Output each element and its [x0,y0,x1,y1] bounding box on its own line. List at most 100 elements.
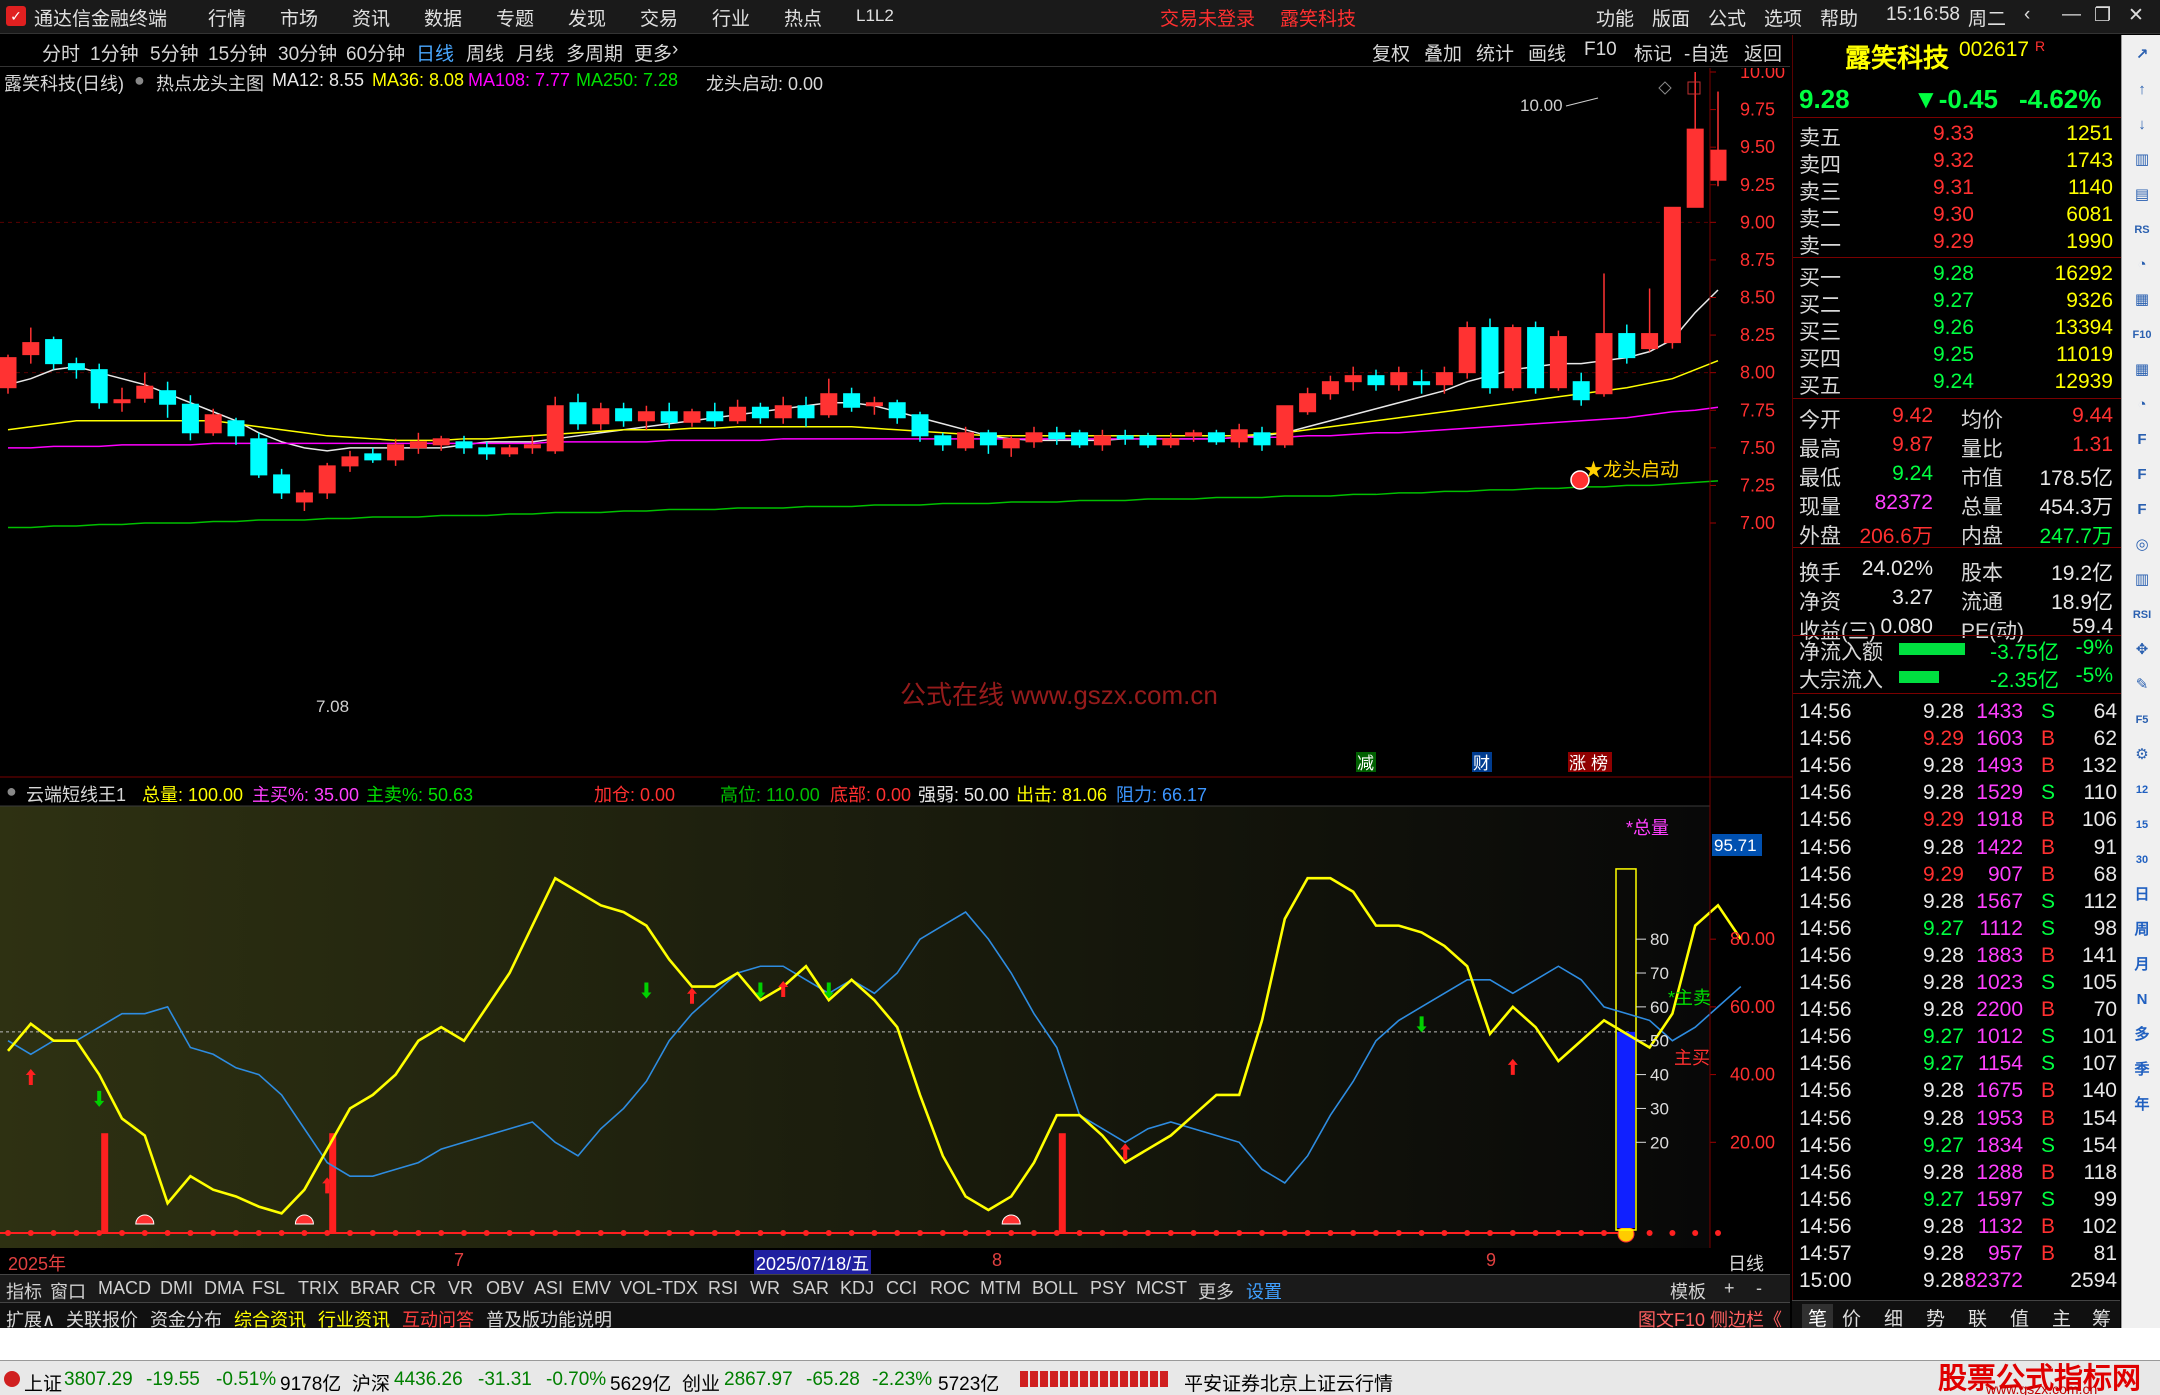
menu-item-discover[interactable]: 发现 [568,4,606,31]
menu-item-data[interactable]: 数据 [424,4,462,31]
indicator-subchart[interactable]: 80 70 60 50 40 30 20 80.00 60.00 40.00 20.00 *总量 *… [0,778,1792,1248]
sidebar-tool-icon[interactable]: ↗ [2129,43,2155,67]
sidebar-tool-icon[interactable]: ◔ [2129,393,2155,417]
menu-item-help[interactable]: 帮助 [1820,4,1858,31]
tool-statistics[interactable]: 统计 [1476,39,1514,66]
idx-tab-fsl[interactable]: FSL [252,1278,285,1299]
idx-tab-brar[interactable]: BRAR [350,1278,400,1299]
sidebar-tool-icon[interactable]: 15 [2129,813,2155,837]
period-tab-timeshare[interactable]: 分时 [42,39,80,66]
sidebar-tool-icon[interactable]: 月 [2129,953,2155,977]
idx-tab-boll[interactable]: BOLL [1032,1278,1078,1299]
sidebar-tool-icon[interactable]: F5 [2129,708,2155,732]
sidebar-tool-icon[interactable]: N [2129,988,2155,1012]
tool-restore-rights[interactable]: 复权 [1372,39,1410,66]
main-candlestick-chart[interactable]: 10.00 9.75 9.50 9.25 9.00 8.75 8.50 8.25 8.00 7.7… [0,68,1792,778]
sidebar-tool-icon[interactable]: ↑ [2129,78,2155,102]
period-tab-60min[interactable]: 60分钟 [346,39,405,66]
rtab-price[interactable]: 价 [1842,1304,1861,1331]
period-tab-daily[interactable]: 日线 [416,39,454,66]
menu-item-quotes[interactable]: 行情 [208,4,246,31]
menu-item-industry[interactable]: 行业 [712,4,750,31]
idx-tab-macd[interactable]: MACD [98,1278,151,1299]
broker-server[interactable]: 平安证券北京上证云行情 [1184,1369,1393,1395]
period-tab-more[interactable]: 更多 [634,39,672,66]
indicator-name[interactable]: 云端短线王1 [26,781,126,807]
cy-index-name[interactable]: 创业 [682,1369,720,1395]
sidebar-tool-icon[interactable]: 年 [2129,1093,2155,1117]
tool-remove-watchlist[interactable]: -自选 [1684,39,1728,66]
idx-tab-wr[interactable]: WR [750,1278,780,1299]
rtab-chips[interactable]: 筹 [2092,1304,2111,1331]
back-icon[interactable]: ‹ [2024,4,2030,26]
chart-template-name[interactable]: 热点龙头主图 [156,70,264,96]
sidebar-tool-icon[interactable]: ◎ [2129,533,2155,557]
sidebar-tool-icon[interactable]: F10 [2129,323,2155,347]
idx-tab-window[interactable]: 窗口 [50,1278,86,1304]
idx-tab-mcst[interactable]: MCST [1136,1278,1187,1299]
sidebar-tool-icon[interactable]: ▦ [2129,288,2155,312]
idx-tab-emv[interactable]: EMV [572,1278,611,1299]
rtab-trades[interactable]: 笔 [1802,1304,1834,1331]
period-tab-monthly[interactable]: 月线 [516,39,554,66]
period-tab-1min[interactable]: 1分钟 [90,39,139,66]
menu-item-trade[interactable]: 交易 [640,4,678,31]
rtab-link[interactable]: 联 [1968,1304,1987,1331]
idx-tab-cci[interactable]: CCI [886,1278,917,1299]
period-tab-30min[interactable]: 30分钟 [278,39,337,66]
sidebar-tool-icon[interactable]: ◔ [2129,253,2155,277]
sidebar-tool-icon[interactable]: ✎ [2129,673,2155,697]
sidebar-tool-icon[interactable]: F [2129,428,2155,452]
sidebar-tool-icon[interactable]: ▥ [2129,568,2155,592]
tool-overlay[interactable]: 叠加 [1424,39,1462,66]
idx-tab-dma[interactable]: DMA [204,1278,244,1299]
sidebar-tool-icon[interactable]: 12 [2129,778,2155,802]
template-button[interactable]: 模板 [1670,1278,1706,1304]
menu-item-market[interactable]: 市场 [280,4,318,31]
period-tab-weekly[interactable]: 周线 [466,39,504,66]
sidebar-tool-icon[interactable]: RSI [2129,603,2155,627]
idx-tab-vol-tdx[interactable]: VOL-TDX [620,1278,698,1299]
remove-window-button[interactable]: - [1756,1278,1762,1299]
idx-tab-rsi[interactable]: RSI [708,1278,738,1299]
trade-login-status[interactable]: 交易未登录 [1160,4,1255,31]
restore-icon[interactable]: ❐ [2094,4,2111,27]
sidebar-tool-icon[interactable]: F [2129,498,2155,522]
sidebar-tool-icon[interactable]: ▤ [2129,183,2155,207]
period-tab-5min[interactable]: 5分钟 [150,39,199,66]
rtab-main[interactable]: 主 [2052,1304,2071,1331]
sidebar-tool-icon[interactable]: 日 [2129,883,2155,907]
idx-tab-sar[interactable]: SAR [792,1278,829,1299]
sidebar-tool-icon[interactable]: ▥ [2129,148,2155,172]
sidebar-tool-icon[interactable]: 周 [2129,918,2155,942]
idx-tab-more[interactable]: 更多 [1198,1278,1234,1304]
idx-tab-settings[interactable]: 设置 [1246,1278,1282,1304]
sidebar-tool-icon[interactable]: 30 [2129,848,2155,872]
idx-tab-obv[interactable]: OBV [486,1278,524,1299]
menu-item-l1l2[interactable]: L1L2 [856,6,894,26]
rtab-detail[interactable]: 细 [1884,1304,1903,1331]
sidebar-tool-icon[interactable]: F [2129,463,2155,487]
idx-tab-vr[interactable]: VR [448,1278,473,1299]
menu-item-formula[interactable]: 公式 [1708,4,1746,31]
idx-tab-cr[interactable]: CR [410,1278,436,1299]
hs-index-name[interactable]: 沪深 [352,1369,390,1395]
menu-item-hot[interactable]: 热点 [784,4,822,31]
idx-tab-asi[interactable]: ASI [534,1278,563,1299]
close-icon[interactable]: ✕ [2128,4,2144,27]
period-tab-multi[interactable]: 多周期 [566,39,623,66]
menu-item-news[interactable]: 资讯 [352,4,390,31]
idx-tab-roc[interactable]: ROC [930,1278,970,1299]
idx-tab-kdj[interactable]: KDJ [840,1278,874,1299]
idx-tab-indicator[interactable]: 指标 [6,1278,42,1304]
sidebar-tool-icon[interactable]: ▦ [2129,358,2155,382]
add-window-button[interactable]: + [1724,1278,1735,1299]
sidebar-tool-icon[interactable]: ⚙ [2129,743,2155,767]
sidebar-tool-icon[interactable]: 多 [2129,1023,2155,1047]
minimize-icon[interactable]: — [2062,4,2081,26]
period-tab-15min[interactable]: 15分钟 [208,39,267,66]
rtab-trend[interactable]: 势 [1926,1304,1945,1331]
idx-tab-psy[interactable]: PSY [1090,1278,1126,1299]
idx-tab-trix[interactable]: TRIX [298,1278,339,1299]
sidebar-tool-icon[interactable]: RS [2129,218,2155,242]
